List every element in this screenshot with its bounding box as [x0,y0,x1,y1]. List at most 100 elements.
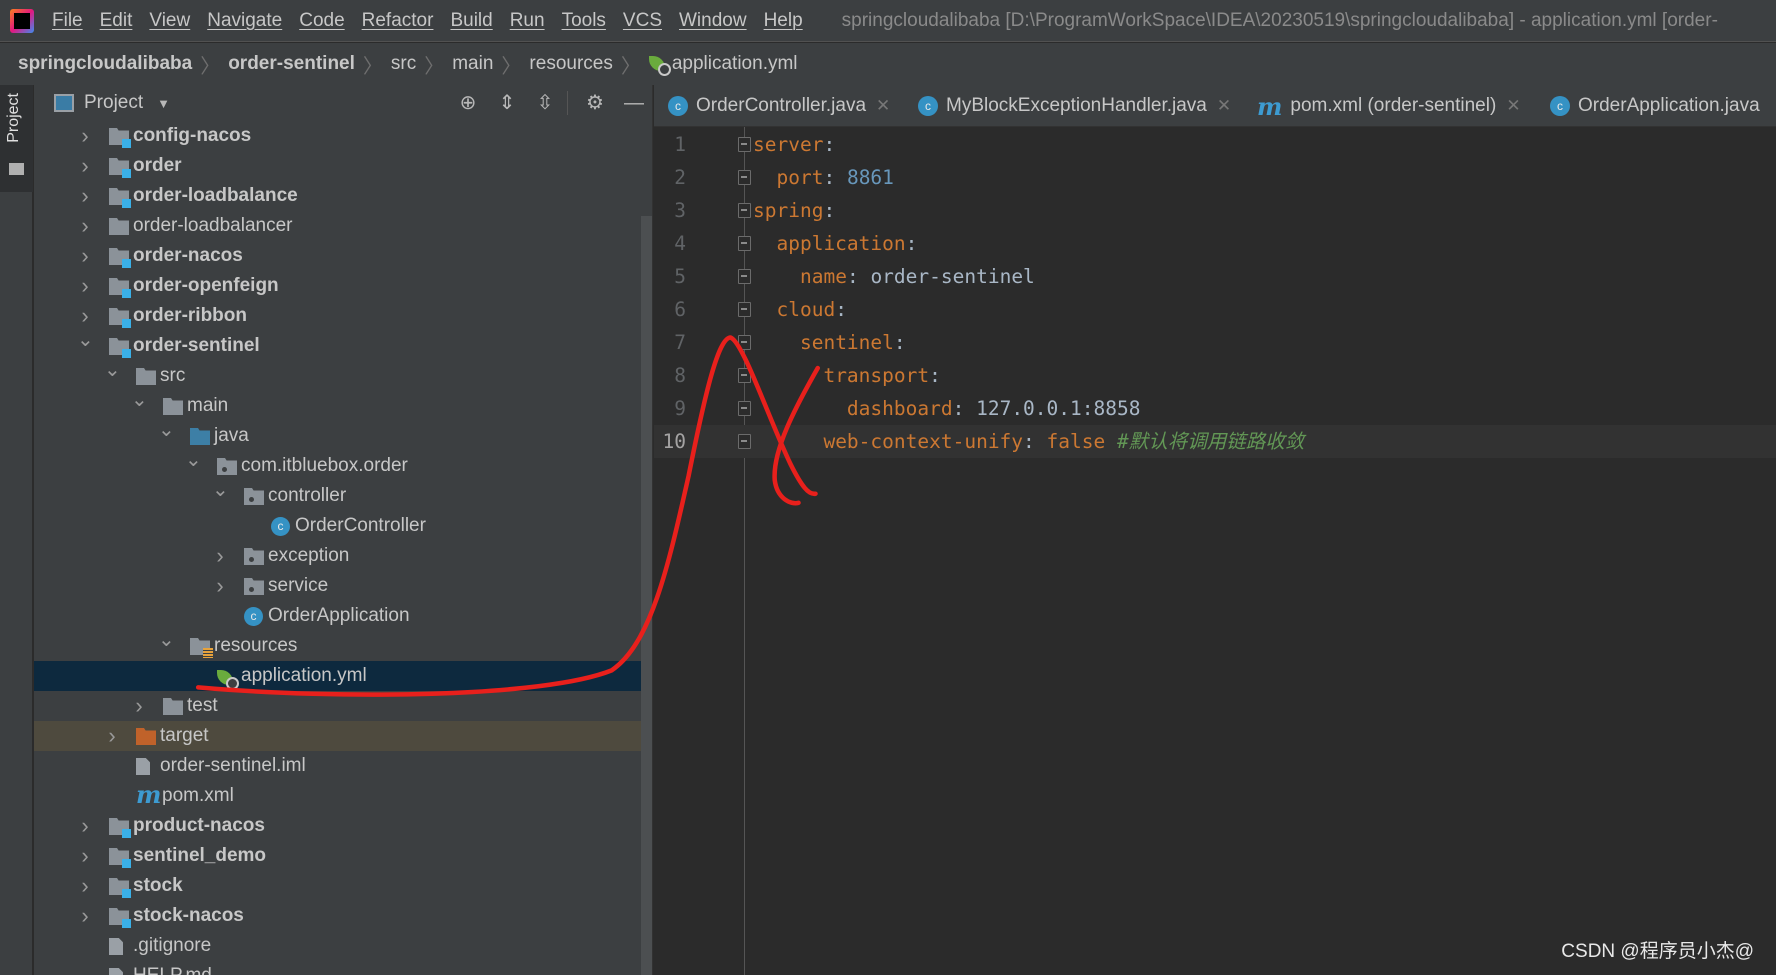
tree-item[interactable]: ⌄ java [34,419,652,451]
chevron-right-icon[interactable]: › [77,151,93,181]
code-line[interactable]: 9 dashboard: 127.0.0.1:8858 [654,392,1776,425]
chevron-right-icon[interactable]: › [77,841,93,871]
code-line[interactable]: 3 spring: [654,194,1776,227]
chevron-down-icon[interactable]: ⌄ [131,385,148,415]
fold-marker-icon[interactable] [738,302,751,317]
editor-tab[interactable]: c OrderController.java ✕ [668,85,890,126]
tree-item[interactable]: ⌄ com.itbluebox.order [34,449,652,481]
fold-marker-icon[interactable] [738,236,751,251]
code-line[interactable]: 2 port: 8861 [654,161,1776,194]
tree-item[interactable]: › target [34,721,652,751]
editor-tab[interactable]: c MyBlockExceptionHandler.java ✕ [918,85,1231,126]
expand-all-icon[interactable]: ⇕ [496,92,518,114]
chevron-right-icon[interactable]: › [77,181,93,211]
tree-item[interactable]: ⌄ order-sentinel [34,329,652,361]
tree-item[interactable]: HELP.md [34,961,652,975]
tree-item[interactable]: › product-nacos [34,811,652,841]
tree-item[interactable]: › sentinel_demo [34,841,652,871]
code-line[interactable]: 8 transport: [654,359,1776,392]
menu-run[interactable]: Run [510,10,545,32]
chevron-right-icon[interactable]: › [212,541,228,571]
menu-window[interactable]: Window [679,10,747,32]
tree-item[interactable]: ⌄ main [34,389,652,421]
tree-item[interactable]: › order-nacos [34,241,652,271]
chevron-right-icon[interactable]: › [77,241,93,271]
tree-item[interactable]: › test [34,691,652,721]
chevron-right-icon[interactable]: › [77,121,93,151]
chevron-down-icon[interactable]: ⌄ [104,355,121,385]
chevron-right-icon[interactable]: › [77,271,93,301]
fold-marker-icon[interactable] [738,368,751,383]
hide-icon[interactable]: — [623,92,645,114]
code-line[interactable]: 6 cloud: [654,293,1776,326]
menu-edit[interactable]: Edit [100,10,133,32]
fold-marker-icon[interactable] [738,401,751,416]
fold-marker-icon[interactable] [738,170,751,185]
tree-item[interactable]: .gitignore [34,931,652,961]
fold-marker-icon[interactable] [738,434,751,449]
close-icon[interactable]: ✕ [876,96,890,116]
chevron-right-icon[interactable]: › [212,571,228,601]
chevron-right-icon[interactable]: › [77,871,93,901]
chevron-down-icon[interactable]: ⌄ [158,415,175,445]
menu-code[interactable]: Code [299,10,344,32]
breadcrumb-item[interactable]: order-sentinel [228,53,355,75]
chevron-right-icon[interactable]: › [104,721,120,751]
menu-vcs[interactable]: VCS [623,10,662,32]
fold-marker-icon[interactable] [738,335,751,350]
chevron-right-icon[interactable]: › [131,691,147,721]
breadcrumb-item[interactable]: application.yml [672,53,798,75]
code-editor[interactable]: 1 server: 2 port: 8861 3 spring: 4 applicatio… [654,127,1776,975]
tree-item[interactable]: application.yml [34,661,652,691]
chevron-right-icon[interactable]: › [77,811,93,841]
close-icon[interactable]: ✕ [1506,96,1520,116]
collapse-all-icon[interactable]: ⇳ [534,92,556,114]
project-scrollbar[interactable] [641,216,652,975]
tree-item[interactable]: ⌄ src [34,359,652,391]
fold-marker-icon[interactable] [738,137,751,152]
tree-item[interactable]: › service [34,571,652,601]
menu-help[interactable]: Help [764,10,803,32]
tree-item[interactable]: › order [34,151,652,181]
project-tool-window-button[interactable]: Project [0,85,33,192]
editor-tab[interactable]: c OrderApplication.java [1550,85,1760,126]
chevron-down-icon[interactable]: ⌄ [77,325,94,355]
tree-item[interactable]: m pom.xml [34,781,652,811]
menu-tools[interactable]: Tools [562,10,606,32]
breadcrumb-item[interactable]: resources [529,53,612,75]
tree-item[interactable]: c OrderApplication [34,601,652,631]
tree-item[interactable]: › config-nacos [34,121,652,151]
code-line[interactable]: 10 web-context-unify: false #默认将调用链路收敛 [654,425,1776,458]
menu-file[interactable]: File [52,10,83,32]
fold-marker-icon[interactable] [738,203,751,218]
chevron-down-icon[interactable]: ⌄ [212,475,229,505]
close-icon[interactable]: ✕ [1217,96,1231,116]
tree-item[interactable]: c OrderController [34,511,652,541]
code-line[interactable]: 5 name: order-sentinel [654,260,1776,293]
locate-icon[interactable]: ⊕ [457,92,479,114]
code-line[interactable]: 4 application: [654,227,1776,260]
menu-build[interactable]: Build [450,10,492,32]
gear-icon[interactable]: ⚙ [584,92,606,114]
breadcrumb-item[interactable]: main [452,53,493,75]
tree-item[interactable]: › order-ribbon [34,301,652,331]
tree-item[interactable]: › order-openfeign [34,271,652,301]
code-line[interactable]: 7 sentinel: [654,326,1776,359]
chevron-down-icon[interactable]: ▼ [157,96,170,111]
menu-navigate[interactable]: Navigate [207,10,282,32]
chevron-down-icon[interactable]: ⌄ [158,625,175,655]
menu-refactor[interactable]: Refactor [362,10,434,32]
tree-item[interactable]: › order-loadbalancer [34,211,652,241]
chevron-down-icon[interactable]: ⌄ [185,445,202,475]
chevron-right-icon[interactable]: › [77,211,93,241]
tree-item[interactable]: › stock [34,871,652,901]
chevron-right-icon[interactable]: › [77,901,93,931]
tree-item[interactable]: ⌄ resources [34,629,652,661]
code-line[interactable]: 1 server: [654,128,1776,161]
editor-tab[interactable]: m pom.xml (order-sentinel) ✕ [1257,85,1521,126]
tree-item[interactable]: › order-loadbalance [34,181,652,211]
breadcrumb-item[interactable]: springcloudalibaba [18,53,192,75]
tree-item[interactable]: ⌄ controller [34,479,652,511]
menu-view[interactable]: View [149,10,190,32]
project-view-selector[interactable]: Project [84,92,143,114]
